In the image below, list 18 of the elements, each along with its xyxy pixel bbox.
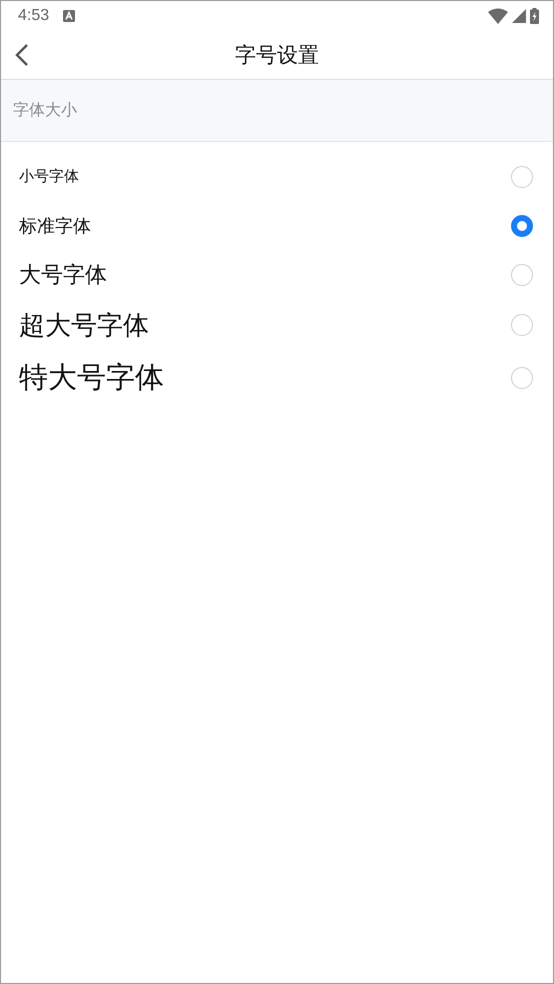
notification-icon: [63, 10, 76, 22]
font-size-option[interactable]: 特大号字体: [1, 351, 553, 405]
font-size-option[interactable]: 标准字体: [1, 201, 553, 250]
font-size-option[interactable]: 小号字体: [1, 152, 553, 201]
back-icon: [15, 43, 29, 67]
font-size-option[interactable]: 大号字体: [1, 250, 553, 299]
battery-icon: [530, 8, 539, 24]
radio-button[interactable]: [511, 166, 533, 188]
signal-icon: [512, 9, 526, 23]
radio-button[interactable]: [511, 264, 533, 286]
font-size-option[interactable]: 超大号字体: [1, 299, 553, 351]
status-time: 4:53: [18, 7, 50, 25]
wifi-icon: [488, 8, 508, 24]
radio-button[interactable]: [511, 314, 533, 336]
radio-button[interactable]: [511, 367, 533, 389]
radio-button[interactable]: [511, 214, 533, 236]
page-title: 字号设置: [235, 42, 319, 69]
section-label: 字体大小: [13, 100, 77, 121]
